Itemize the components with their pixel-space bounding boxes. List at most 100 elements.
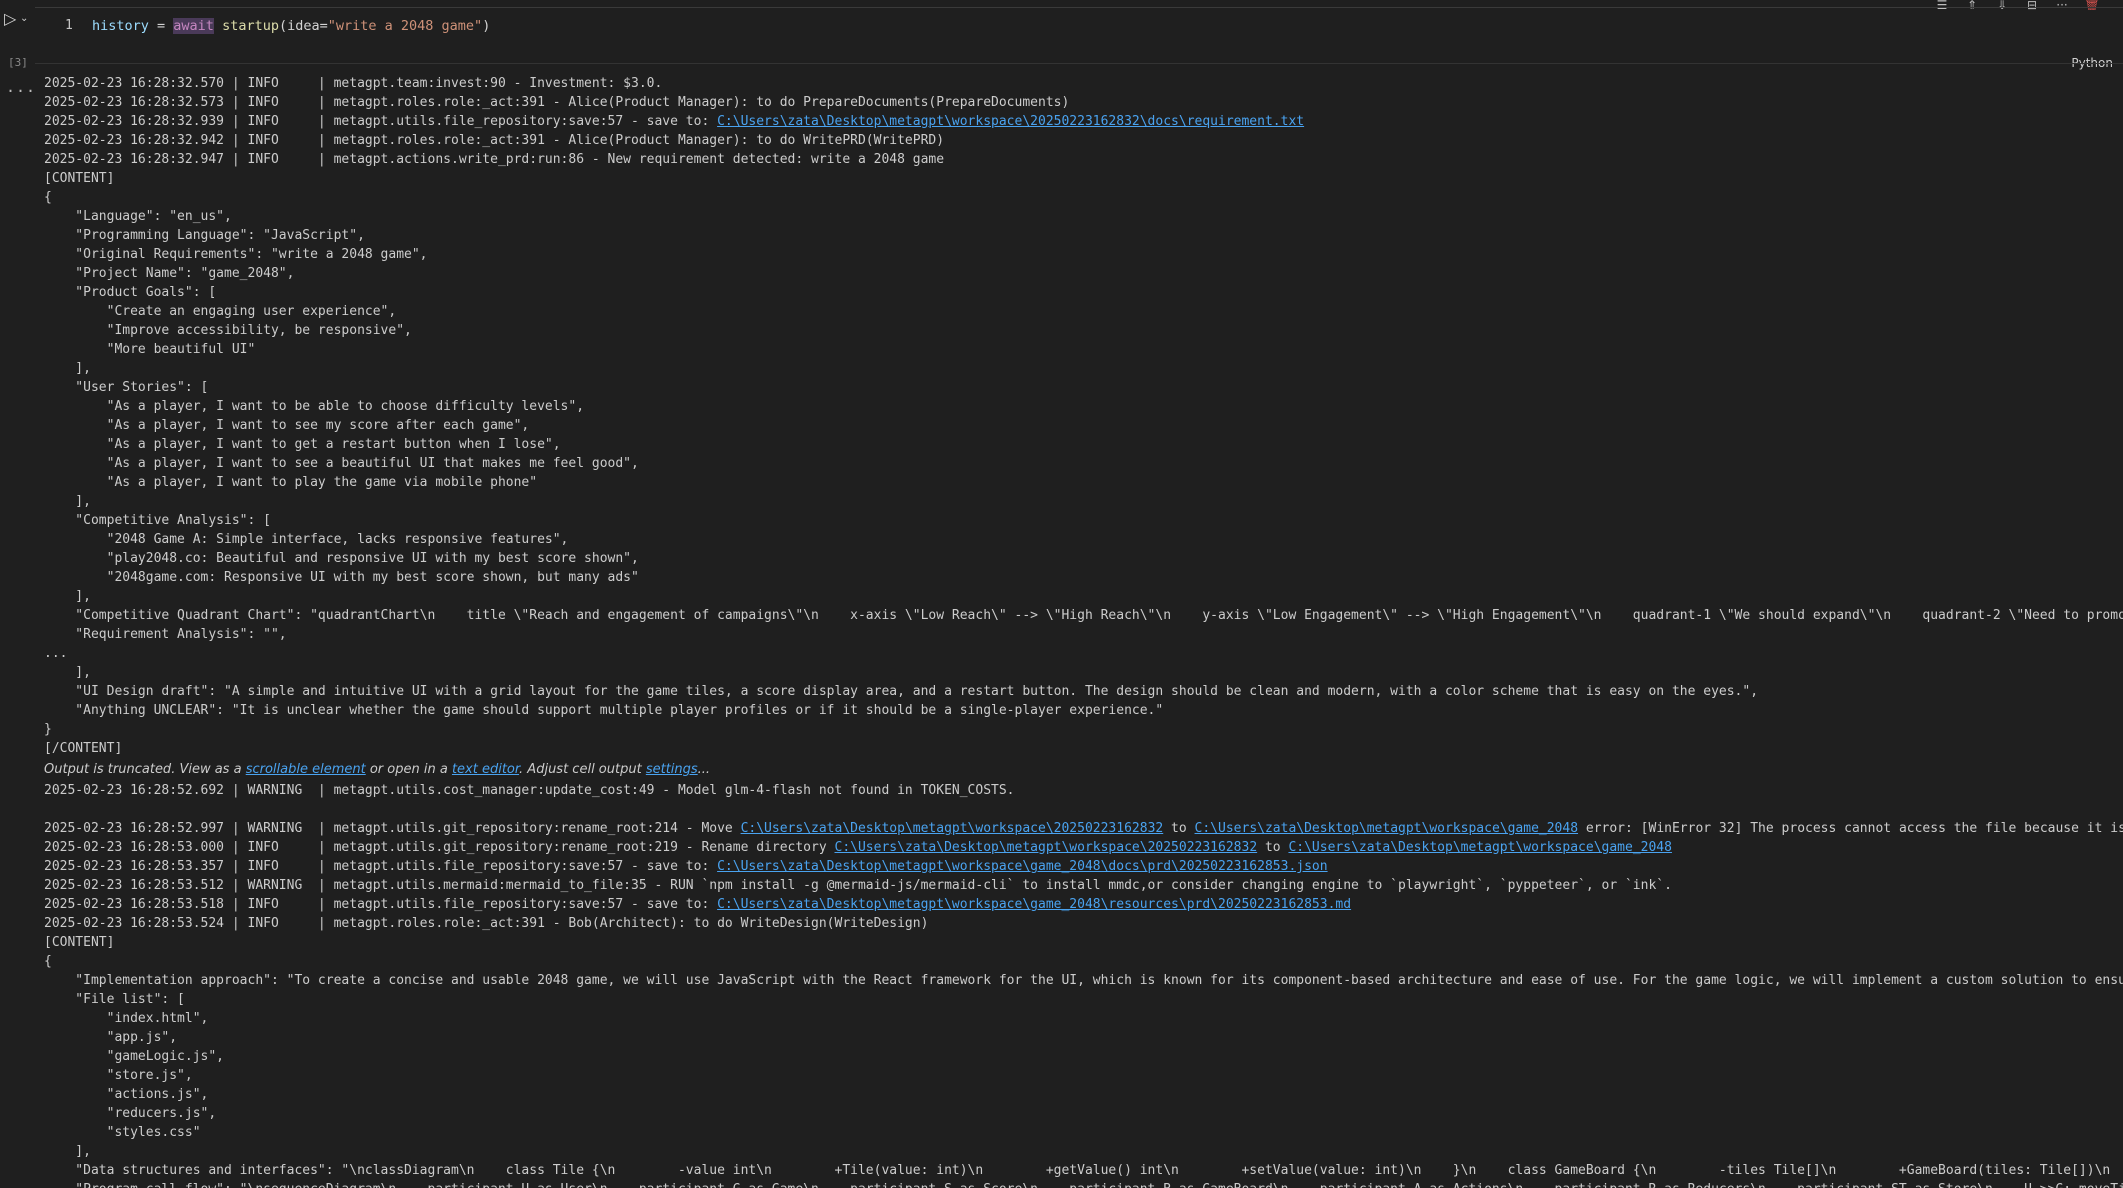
file-link[interactable]: C:\Users\zata\Desktop\metagpt\workspace\…: [717, 114, 1304, 129]
log-line: {: [44, 190, 52, 205]
log-line: [CONTENT]: [44, 171, 115, 186]
folder-link[interactable]: C:\Users\zata\Desktop\metagpt\workspace\…: [835, 840, 1258, 855]
log-line: "Improve accessibility, be responsive",: [44, 323, 412, 338]
log-line: 2025-02-23 16:28:53.518 | INFO | metagpt…: [44, 895, 2123, 914]
log-line: "Anything UNCLEAR": "It is unclear wheth…: [44, 703, 1164, 718]
log-line: 2025-02-23 16:28:53.524 | INFO | metagpt…: [44, 916, 929, 931]
file-link[interactable]: C:\Users\zata\Desktop\metagpt\workspace\…: [717, 897, 1351, 912]
log-line: "As a player, I want to get a restart bu…: [44, 437, 561, 452]
log-line: ],: [44, 589, 91, 604]
log-line: "2048game.com: Responsive UI with my bes…: [44, 570, 639, 585]
log-line: "Competitive Analysis": [: [44, 513, 271, 528]
log-line: "gameLogic.js",: [44, 1049, 225, 1064]
trunc-text: . Adjust cell output: [519, 762, 646, 777]
log-text: error: [WinError 32] The process cannot …: [1578, 821, 2123, 836]
settings-link[interactable]: settings: [646, 762, 698, 777]
scrollable-element-link[interactable]: scrollable element: [246, 762, 366, 777]
log-text: to: [1257, 840, 1289, 855]
run-cell-icon[interactable]: ▷: [4, 10, 20, 28]
log-line: "Project Name": "game_2048",: [44, 266, 295, 281]
log-text: 2025-02-23 16:28:32.939 | INFO | metagpt…: [44, 114, 718, 129]
log-line: "Language": "en_us",: [44, 209, 232, 224]
log-line: "Implementation approach": "To create a …: [44, 973, 2123, 988]
log-block-3: 2025-02-23 16:28:53.524 | INFO | metagpt…: [44, 914, 2123, 1188]
truncation-notice: Output is truncated. View as a scrollabl…: [44, 758, 2123, 781]
log-line: "Competitive Quadrant Chart": "quadrantC…: [44, 608, 2123, 623]
log-line: "Product Goals": [: [44, 285, 217, 300]
log-line: 2025-02-23 16:28:32.939 | INFO | metagpt…: [44, 112, 2123, 131]
log-line: 2025-02-23 16:28:32.947 | INFO | metagpt…: [44, 152, 945, 167]
trunc-text: or open in a: [365, 762, 452, 777]
log-line: 2025-02-23 16:28:32.573 | INFO | metagpt…: [44, 95, 1070, 110]
log-text: 2025-02-23 16:28:53.000 | INFO | metagpt…: [44, 840, 835, 855]
log-line: 2025-02-23 16:28:53.512 | WARNING | meta…: [44, 878, 1672, 893]
log-line: "Programming Language": "JavaScript",: [44, 228, 365, 243]
log-line: "app.js",: [44, 1030, 178, 1045]
log-line: 2025-02-23 16:28:32.570 | INFO | metagpt…: [44, 76, 663, 91]
log-line: "User Stories": [: [44, 380, 209, 395]
log-block-2: 2025-02-23 16:28:32.942 | INFO | metagpt…: [44, 131, 2123, 758]
execution-count: [3]: [8, 56, 28, 69]
log-line: "2048 Game A: Simple interface, lacks re…: [44, 532, 569, 547]
log-line: "File list": [: [44, 992, 185, 1007]
code-line[interactable]: history = await startup(idea="write a 20…: [92, 18, 490, 34]
log-line: ],: [44, 494, 91, 509]
code-string: "write a 2048 game": [327, 18, 483, 34]
log-line: ],: [44, 1144, 91, 1159]
code-variable: history: [92, 18, 149, 34]
code-function: startup: [213, 18, 279, 34]
folder-link[interactable]: C:\Users\zata\Desktop\metagpt\workspace\…: [1288, 840, 1672, 855]
log-line: "store.js",: [44, 1068, 193, 1083]
log-line: 2025-02-23 16:28:32.942 | INFO | metagpt…: [44, 133, 945, 148]
editor-divider: [35, 63, 2123, 64]
log-line: "As a player, I want to see my score aft…: [44, 418, 530, 433]
text-editor-link[interactable]: text editor: [452, 762, 519, 777]
log-line: "Create an engaging user experience",: [44, 304, 397, 319]
log-line: "As a player, I want to play the game vi…: [44, 475, 538, 490]
folder-link[interactable]: C:\Users\zata\Desktop\metagpt\workspace\…: [741, 821, 1164, 836]
log-line: "As a player, I want to be able to choos…: [44, 399, 585, 414]
log-line: "reducers.js",: [44, 1106, 217, 1121]
code-editor[interactable]: 1 history = await startup(idea="write a …: [35, 10, 2123, 70]
log-line: 2025-02-23 16:28:52.692 | WARNING | meta…: [44, 783, 1015, 798]
log-text: 2025-02-23 16:28:52.997 | WARNING | meta…: [44, 821, 741, 836]
log-line: "actions.js",: [44, 1087, 209, 1102]
log-line: 2025-02-23 16:28:53.357 | INFO | metagpt…: [44, 857, 2123, 876]
log-text: 2025-02-23 16:28:53.518 | INFO | metagpt…: [44, 897, 718, 912]
log-text: 2025-02-23 16:28:53.357 | INFO | metagpt…: [44, 859, 718, 874]
log-line: "UI Design draft": "A simple and intuiti…: [44, 684, 1759, 699]
log-line: ],: [44, 665, 91, 680]
log-line: "styles.css": [44, 1125, 201, 1140]
folder-link[interactable]: C:\Users\zata\Desktop\metagpt\workspace\…: [1195, 821, 1579, 836]
trunc-text: Output is truncated. View as a: [44, 762, 246, 777]
code-keyword: await: [173, 18, 214, 34]
code-args-close: ): [482, 18, 491, 34]
log-line: {: [44, 954, 52, 969]
code-args-open: (idea=: [278, 18, 328, 34]
log-line: "Requirement Analysis": "",: [44, 627, 287, 642]
file-link[interactable]: C:\Users\zata\Desktop\metagpt\workspace\…: [717, 859, 1327, 874]
log-line: [/CONTENT]: [44, 741, 123, 756]
log-line: [CONTENT]: [44, 935, 115, 950]
cell-border: [35, 7, 2123, 8]
log-line: 2025-02-23 16:28:53.000 | INFO | metagpt…: [44, 838, 2123, 857]
line-number: 1: [65, 18, 73, 33]
output-menu-icon[interactable]: ···: [6, 82, 36, 100]
log-line: }: [44, 722, 52, 737]
log-line: "index.html",: [44, 1011, 209, 1026]
code-operator: =: [148, 18, 174, 34]
log-text: to: [1163, 821, 1195, 836]
log-line: "Original Requirements": "write a 2048 g…: [44, 247, 428, 262]
log-line: "play2048.co: Beautiful and responsive U…: [44, 551, 639, 566]
log-block-1: 2025-02-23 16:28:32.570 | INFO | metagpt…: [44, 74, 2123, 112]
chevron-down-icon[interactable]: ⌄: [20, 11, 32, 27]
trunc-text: ...: [697, 762, 711, 777]
log-line: "More beautiful UI": [44, 342, 256, 357]
log-line: ],: [44, 361, 91, 376]
log-line: 2025-02-23 16:28:52.997 | WARNING | meta…: [44, 819, 2123, 838]
cell-output: 2025-02-23 16:28:32.570 | INFO | metagpt…: [44, 74, 2123, 1188]
log-line: "Data structures and interfaces": "\ncla…: [44, 1163, 2111, 1178]
log-line: "Program call flow": "\nsequenceDiagram\…: [44, 1180, 2123, 1188]
log-line: ...: [44, 646, 68, 661]
